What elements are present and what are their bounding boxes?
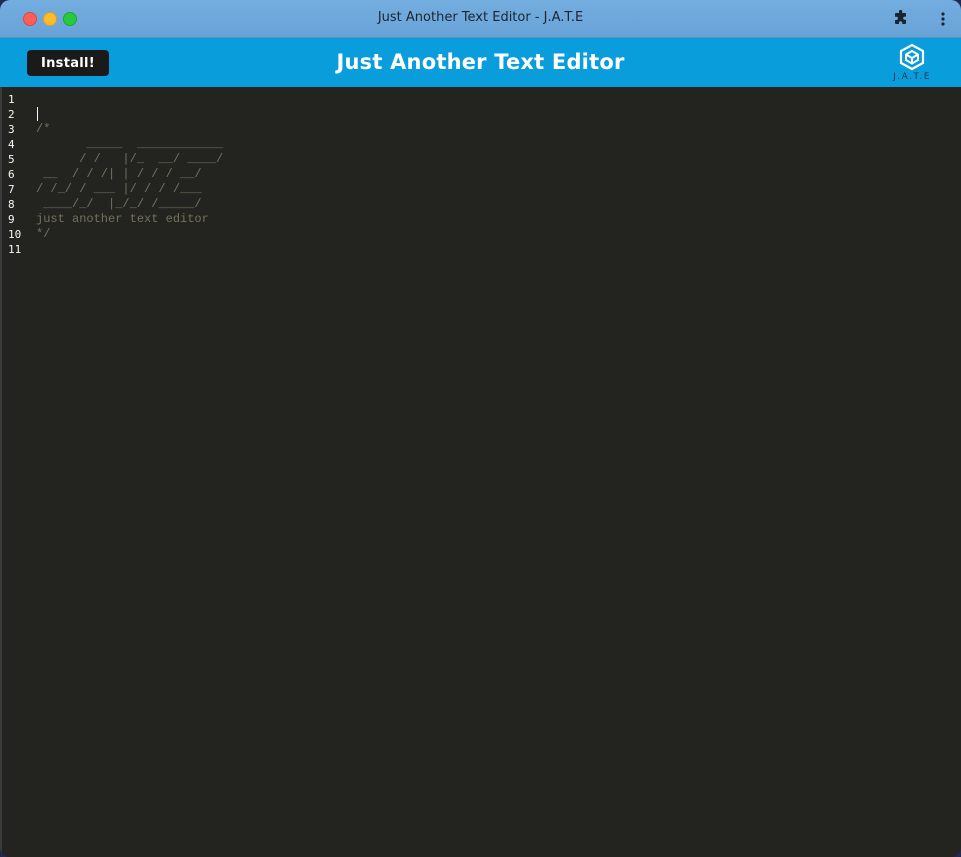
editor-line[interactable]: 7 / /_/ / ___ |/ / / /___ (2, 182, 223, 197)
cube-logo-icon (891, 43, 933, 71)
puzzle-icon[interactable] (893, 9, 909, 26)
editor-line[interactable]: 3 /* (2, 122, 223, 137)
text-cursor (37, 107, 38, 121)
line-text[interactable]: __ / / /| | / / / __/ (34, 167, 201, 182)
line-text[interactable]: ____/_/ |_/_/ /_____/ (34, 197, 201, 212)
line-text[interactable]: / / |/_ __/ ____/ (34, 152, 223, 167)
app-title: Just Another Text Editor (336, 50, 625, 74)
line-number: 3 (8, 123, 15, 136)
logo-text: J.A.T.E (893, 72, 931, 82)
line-number: 1 (8, 93, 15, 106)
editor-line[interactable]: 9 just another text editor (2, 212, 223, 227)
editor-line[interactable]: 11 (2, 242, 223, 257)
kebab-menu-icon[interactable] (941, 11, 945, 27)
line-number: 2 (8, 108, 15, 121)
editor-line[interactable]: 5 / / |/_ __/ ____/ (2, 152, 223, 167)
line-number: 11 (8, 243, 22, 256)
editor-line[interactable]: 10 */ (2, 227, 223, 242)
code-editor[interactable]: 1 2 3/* 4 _____ ____________ 5 / / |/_ __/ _… (0, 87, 961, 857)
app-logo: J.A.T.E (891, 43, 933, 85)
window-title: Just Another Text Editor - J.A.T.E (377, 10, 584, 25)
line-number: 5 (8, 153, 15, 166)
window-titlebar: Just Another Text Editor - J.A.T.E (0, 0, 961, 38)
editor-line[interactable]: 2 (2, 107, 223, 122)
line-number: 7 (8, 183, 15, 196)
editor-lines[interactable]: 1 2 3/* 4 _____ ____________ 5 / / |/_ __/ _… (2, 92, 223, 257)
line-number: 8 (8, 198, 15, 211)
line-text[interactable]: */ (34, 227, 50, 242)
line-number: 9 (8, 213, 15, 226)
line-text[interactable]: / /_/ / ___ |/ / / /___ (34, 182, 202, 197)
line-text[interactable]: _____ ____________ (34, 137, 223, 152)
editor-line[interactable]: 8 ____/_/ |_/_/ /_____/ (2, 197, 223, 212)
app-header: Install! Just Another Text Editor J.A.T.… (0, 38, 961, 87)
line-text[interactable]: just another text editor (34, 212, 209, 227)
app-window: Just Another Text Editor - J.A.T.E Insta… (0, 0, 961, 857)
line-number: 10 (8, 228, 22, 241)
line-number: 6 (8, 168, 15, 181)
editor-line[interactable]: 1 (2, 92, 223, 107)
editor-line[interactable]: 4 _____ ____________ (2, 137, 223, 152)
line-number: 4 (8, 138, 15, 151)
editor-line[interactable]: 6 __ / / /| | / / / __/ (2, 167, 223, 182)
line-text[interactable]: /* (34, 122, 50, 137)
